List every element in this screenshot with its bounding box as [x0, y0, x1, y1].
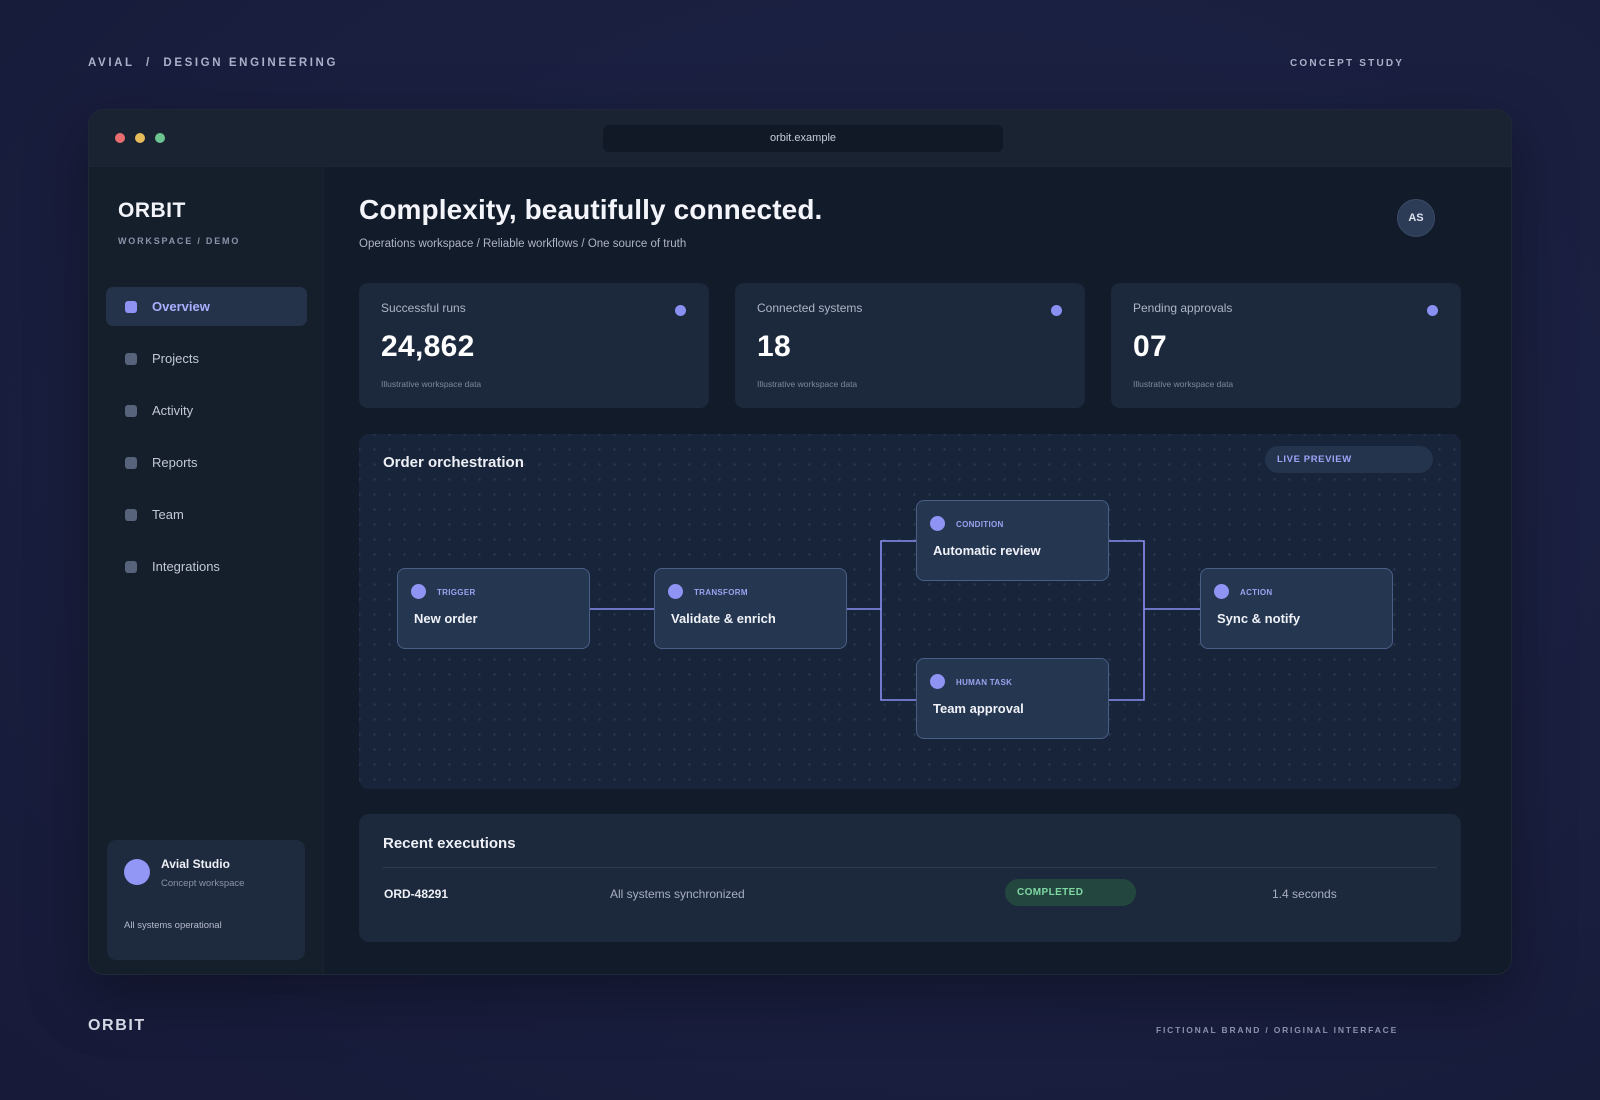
divider — [383, 867, 1437, 868]
stat-card-successful-runs: Successful runs 24,862 Illustrative work… — [359, 283, 709, 408]
sidebar-item-label: Team — [152, 507, 184, 522]
window-titlebar: orbit.example — [89, 110, 1511, 167]
address-bar[interactable]: orbit.example — [603, 125, 1003, 152]
projects-icon — [125, 352, 137, 365]
sidebar-item-label: Activity — [152, 403, 194, 418]
stat-note: Illustrative workspace data — [1133, 379, 1234, 389]
node-type: TRANSFORM — [694, 588, 748, 597]
node-title: Team approval — [933, 701, 1024, 716]
sidebar-item-overview[interactable]: Overview — [106, 287, 307, 326]
overview-icon — [125, 300, 137, 313]
sidebar: ORBIT WORKSPACE / DEMO Overview Projects… — [89, 167, 324, 974]
stat-label: Successful runs — [381, 301, 466, 315]
app-brand: ORBIT — [118, 199, 186, 222]
workflow-canvas[interactable]: Order orchestration LIVE PREVIEW TRIGGER… — [359, 434, 1461, 789]
execution-id: ORD-48291 — [384, 887, 449, 901]
main-content: Complexity, beautifully connected. Opera… — [324, 167, 1511, 974]
system-status: All systems operational — [124, 920, 222, 931]
sidebar-item-label: Integrations — [152, 559, 220, 574]
condition-node-icon — [930, 516, 945, 531]
close-window-button[interactable] — [115, 133, 125, 143]
footer-brand: ORBIT — [88, 1017, 146, 1034]
execution-description: All systems synchronized — [610, 887, 745, 901]
sidebar-item-activity[interactable]: Activity — [106, 391, 307, 430]
workspace-card[interactable]: Avial Studio Concept workspace All syste… — [107, 840, 305, 960]
user-avatar[interactable]: AS — [1397, 199, 1435, 237]
stat-label: Connected systems — [757, 301, 863, 315]
trigger-node-icon — [411, 584, 426, 599]
sidebar-item-label: Overview — [152, 299, 210, 314]
node-title: Automatic review — [933, 543, 1041, 558]
footer-note: FICTIONAL BRAND / ORIGINAL INTERFACE — [1156, 1025, 1399, 1035]
activity-icon — [125, 404, 137, 417]
sidebar-item-label: Projects — [152, 351, 199, 366]
sidebar-item-integrations[interactable]: Integrations — [106, 547, 307, 586]
action-node-icon — [1214, 584, 1229, 599]
sidebar-item-reports[interactable]: Reports — [106, 443, 307, 482]
node-title: New order — [414, 611, 478, 626]
page-title: Complexity, beautifully connected. — [359, 194, 823, 225]
status-dot-icon — [1427, 305, 1438, 316]
team-icon — [125, 508, 137, 521]
flow-node-transform[interactable]: TRANSFORM Validate & enrich — [654, 568, 847, 649]
sidebar-item-projects[interactable]: Projects — [106, 339, 307, 378]
studio-avatar — [124, 859, 150, 885]
integrations-icon — [125, 560, 137, 573]
connector-branch-split — [880, 540, 916, 701]
executions-title: Recent executions — [383, 835, 516, 852]
stat-card-pending-approvals: Pending approvals 07 Illustrative worksp… — [1111, 283, 1461, 408]
stat-note: Illustrative workspace data — [757, 379, 858, 389]
studio-name: Avial Studio — [161, 857, 230, 871]
transform-node-icon — [668, 584, 683, 599]
node-type: HUMAN TASK — [956, 678, 1013, 687]
minimize-window-button[interactable] — [135, 133, 145, 143]
node-title: Validate & enrich — [671, 611, 776, 626]
stat-label: Pending approvals — [1133, 301, 1233, 315]
sidebar-item-team[interactable]: Team — [106, 495, 307, 534]
sidebar-item-label: Reports — [152, 455, 198, 470]
flow-node-action[interactable]: ACTION Sync & notify — [1200, 568, 1393, 649]
status-dot-icon — [675, 305, 686, 316]
stat-value: 18 — [757, 330, 791, 363]
status-badge: COMPLETED — [1005, 879, 1136, 906]
execution-duration: 1.4 seconds — [1272, 887, 1337, 901]
flow-node-human-task[interactable]: HUMAN TASK Team approval — [916, 658, 1109, 739]
stat-value: 24,862 — [381, 330, 475, 363]
node-title: Sync & notify — [1217, 611, 1301, 626]
browser-window: orbit.example ORBIT WORKSPACE / DEMO Ove… — [88, 109, 1512, 975]
workspace-label: WORKSPACE / DEMO — [118, 236, 241, 246]
node-type: TRIGGER — [437, 588, 476, 597]
reports-icon — [125, 456, 137, 469]
flow-node-trigger[interactable]: TRIGGER New order — [397, 568, 590, 649]
status-dot-icon — [1051, 305, 1062, 316]
maximize-window-button[interactable] — [155, 133, 165, 143]
concept-label: CONCEPT STUDY — [1290, 58, 1405, 69]
recent-executions-panel: Recent executions ORD-48291 All systems … — [359, 814, 1461, 942]
stat-value: 07 — [1133, 330, 1167, 363]
page-subtitle: Operations workspace / Reliable workflow… — [359, 238, 687, 250]
stat-card-connected-systems: Connected systems 18 Illustrative worksp… — [735, 283, 1085, 408]
studio-subtitle: Concept workspace — [161, 878, 245, 889]
sidebar-nav: Overview Projects Activity Reports Team … — [106, 287, 307, 599]
stat-note: Illustrative workspace data — [381, 379, 482, 389]
top-breadcrumb: AVIAL / DESIGN ENGINEERING — [88, 57, 339, 69]
connector-branch-merge — [1109, 540, 1145, 701]
human-task-node-icon — [930, 674, 945, 689]
node-type: ACTION — [1240, 588, 1273, 597]
flow-node-condition[interactable]: CONDITION Automatic review — [916, 500, 1109, 581]
node-type: CONDITION — [956, 520, 1004, 529]
